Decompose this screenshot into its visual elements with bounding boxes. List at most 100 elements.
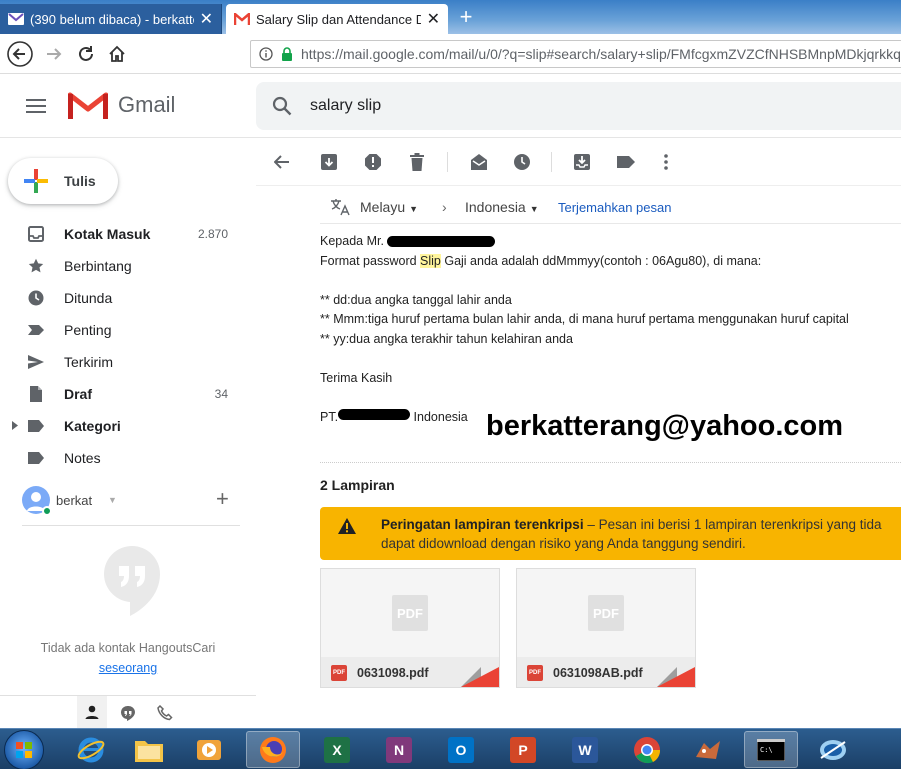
pdf-placeholder-icon: PDF bbox=[588, 595, 624, 631]
taskbar-chrome[interactable] bbox=[620, 731, 674, 768]
attachment-preview[interactable]: PDF bbox=[321, 569, 499, 657]
browser-tab-salary-slip[interactable]: Salary Slip dan Attendance Deta ✕ bbox=[226, 4, 448, 34]
attachment-card[interactable]: PDF PDF 0631098AB.pdf bbox=[516, 568, 696, 688]
lock-icon bbox=[282, 47, 292, 61]
browser-tab-inbox[interactable]: (390 belum dibaca) - berkattera ✕ bbox=[0, 4, 222, 34]
tab-conversations[interactable] bbox=[114, 702, 142, 724]
archive-button[interactable] bbox=[319, 152, 339, 172]
attachment-card[interactable]: PDF PDF 0631098.pdf bbox=[320, 568, 500, 688]
redacted-name bbox=[387, 236, 496, 248]
search-icon[interactable] bbox=[272, 96, 292, 116]
gmail-logo[interactable]: Gmail bbox=[68, 90, 175, 120]
taskbar-outlook[interactable]: O bbox=[434, 731, 488, 768]
onenote-icon: N bbox=[386, 736, 412, 763]
taskbar-app-2[interactable] bbox=[806, 731, 860, 768]
sidebar-item-important[interactable]: Penting bbox=[0, 314, 244, 346]
clock-icon bbox=[28, 290, 44, 306]
warning-line-2: dapat didownload dengan risiko yang Anda… bbox=[381, 536, 746, 551]
mark-unread-button[interactable] bbox=[469, 152, 489, 172]
sidebar-item-categories[interactable]: Kategori bbox=[0, 410, 244, 442]
search-input[interactable]: salary slip bbox=[310, 97, 381, 115]
hangouts-empty-text: Tidak ada kontak HangoutsCari seseorang bbox=[0, 638, 256, 678]
word-icon: W bbox=[572, 736, 598, 763]
taskbar-app[interactable] bbox=[682, 731, 736, 768]
translate-message-link[interactable]: Terjemahkan pesan bbox=[558, 200, 671, 215]
warning-icon bbox=[338, 518, 356, 534]
divider bbox=[320, 462, 901, 463]
label-icon bbox=[617, 156, 635, 168]
text-segment: Indonesia bbox=[413, 409, 468, 424]
gmail-header: Gmail salary slip bbox=[0, 74, 901, 138]
gmail-favicon-icon bbox=[234, 13, 250, 25]
browser-tab-strip: (390 belum dibaca) - berkattera ✕ Salary… bbox=[0, 0, 901, 34]
source-language-select[interactable]: Melayu ▼ bbox=[360, 199, 418, 215]
send-icon bbox=[28, 355, 44, 369]
sidebar-item-inbox[interactable]: Kotak Masuk 2.870 bbox=[0, 218, 244, 250]
caret-down-icon: ▼ bbox=[529, 204, 539, 214]
sidebar-item-starred[interactable]: Berbintang bbox=[0, 250, 244, 282]
excel-icon: X bbox=[324, 736, 350, 763]
snooze-button[interactable] bbox=[512, 152, 532, 172]
text-segment: Format password bbox=[320, 253, 421, 268]
svg-text:C:\: C:\ bbox=[760, 746, 773, 754]
sidebar: Tulis Kotak Masuk 2.870 Berbintang Ditun… bbox=[0, 138, 256, 728]
close-tab-icon[interactable]: ✕ bbox=[200, 9, 213, 29]
address-bar[interactable]: https://mail.google.com/mail/u/0/?q=slip… bbox=[250, 40, 901, 68]
taskbar-firefox[interactable] bbox=[246, 731, 300, 768]
sidebar-item-snoozed[interactable]: Ditunda bbox=[0, 282, 244, 314]
expand-arrow-icon[interactable] bbox=[12, 421, 18, 430]
draft-count: 34 bbox=[214, 387, 228, 401]
tab-calls[interactable] bbox=[151, 702, 179, 724]
move-to-button[interactable] bbox=[572, 152, 592, 172]
back-arrow-icon bbox=[7, 41, 33, 67]
firefox-icon bbox=[260, 736, 286, 763]
home-button[interactable] bbox=[103, 40, 131, 68]
pdf-corner-icon bbox=[461, 667, 499, 687]
browser-nav-bar: https://mail.google.com/mail/u/0/?q=slip… bbox=[0, 34, 901, 74]
sidebar-item-drafts[interactable]: Draf 34 bbox=[0, 378, 244, 410]
back-button[interactable] bbox=[6, 40, 34, 68]
attachment-preview[interactable]: PDF bbox=[517, 569, 695, 657]
pdf-corner-icon bbox=[657, 667, 695, 687]
taskbar-powerpoint[interactable]: P bbox=[496, 731, 550, 768]
labels-button[interactable] bbox=[616, 152, 636, 172]
label-icon bbox=[28, 420, 44, 432]
find-someone-link[interactable]: seseorang bbox=[99, 661, 157, 675]
taskbar-onenote[interactable]: N bbox=[372, 731, 426, 768]
report-spam-button[interactable] bbox=[363, 152, 383, 172]
close-tab-icon[interactable]: ✕ bbox=[427, 9, 440, 29]
caret-down-icon[interactable]: ▼ bbox=[108, 495, 117, 505]
label-icon bbox=[28, 452, 44, 464]
add-contact-button[interactable]: + bbox=[216, 486, 229, 512]
chrome-icon bbox=[634, 736, 661, 763]
start-button[interactable] bbox=[4, 730, 44, 769]
more-vertical-icon bbox=[664, 154, 668, 170]
email-watermark: berkatterang@yahoo.com bbox=[486, 410, 844, 442]
spam-icon bbox=[365, 154, 381, 170]
sidebar-item-notes[interactable]: Notes bbox=[0, 442, 244, 474]
reload-button[interactable] bbox=[72, 40, 100, 68]
taskbar-word[interactable]: W bbox=[558, 731, 612, 768]
taskbar-media-player[interactable] bbox=[182, 731, 236, 768]
back-to-search-button[interactable] bbox=[272, 152, 292, 172]
forward-button[interactable] bbox=[40, 40, 68, 68]
text-segment: Gaji anda adalah ddMmmyy(contoh : 06Agu8… bbox=[440, 253, 762, 268]
main-menu-button[interactable] bbox=[26, 98, 46, 119]
archive-icon bbox=[321, 154, 337, 170]
compose-label: Tulis bbox=[64, 173, 96, 189]
taskbar-excel[interactable]: X bbox=[310, 731, 364, 768]
sidebar-item-sent[interactable]: Terkirim bbox=[0, 346, 244, 378]
compose-button[interactable]: Tulis bbox=[8, 158, 118, 204]
taskbar-internet-explorer[interactable] bbox=[64, 731, 118, 768]
app-icon bbox=[696, 740, 720, 759]
hangouts-user[interactable]: berkat ▼ + bbox=[22, 486, 242, 516]
tab-contacts[interactable] bbox=[77, 696, 107, 728]
taskbar-command-prompt[interactable]: C:\ bbox=[744, 731, 798, 768]
delete-button[interactable] bbox=[407, 152, 427, 172]
taskbar-file-explorer[interactable] bbox=[122, 731, 176, 768]
new-tab-button[interactable]: + bbox=[452, 4, 480, 32]
warning-text: – Pesan ini berisi 1 lampiran terenkrips… bbox=[583, 517, 882, 532]
search-bar[interactable]: salary slip bbox=[256, 82, 901, 130]
target-language-select[interactable]: Indonesia ▼ bbox=[465, 199, 539, 215]
more-options-button[interactable] bbox=[656, 152, 676, 172]
